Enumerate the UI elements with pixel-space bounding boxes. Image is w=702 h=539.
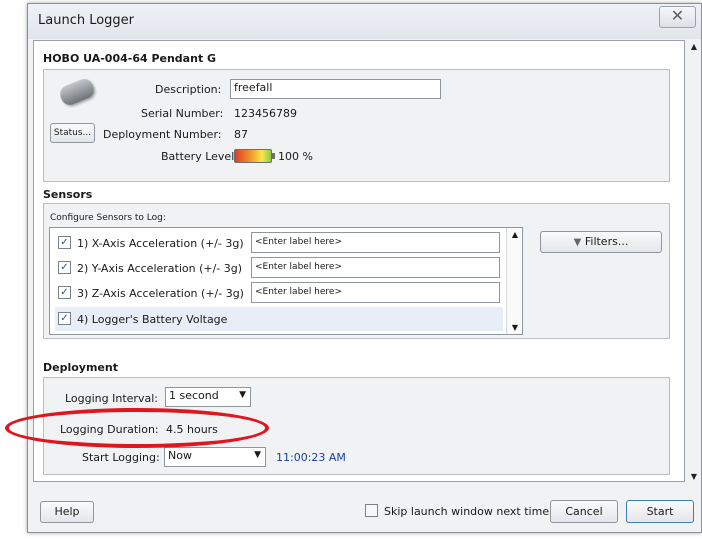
sensor-checkbox-x[interactable]: ✓ [58, 236, 71, 249]
start-button[interactable]: Start [626, 500, 694, 523]
status-button[interactable]: Status... [50, 123, 95, 143]
serial-value: 123456789 [234, 107, 297, 120]
start-logging-value: Now [168, 449, 192, 462]
filters-button[interactable]: ▼ Filters... [540, 231, 662, 253]
sensor-row-y[interactable]: ✓ 2) Y-Axis Acceleration (+/- 3g) <Enter… [55, 256, 503, 280]
logging-interval-label: Logging Interval: [65, 392, 158, 405]
deployment-heading: Deployment [43, 361, 118, 374]
device-panel: Description: freefall Serial Number: 123… [43, 69, 670, 182]
serial-label: Serial Number: [141, 107, 224, 120]
sensor-label-battery: 4) Logger's Battery Voltage [77, 313, 228, 326]
sensor-checkbox-battery[interactable]: ✓ [58, 312, 71, 325]
close-icon: ✕ [670, 6, 685, 25]
battery-level-label: Battery Level: [161, 150, 238, 163]
start-logging-label: Start Logging: [82, 451, 160, 464]
deployment-number-value: 87 [234, 128, 248, 141]
battery-icon [234, 149, 275, 163]
filters-button-label: Filters... [584, 235, 629, 248]
sensor-list: ✓ 1) X-Axis Acceleration (+/- 3g) <Enter… [49, 227, 523, 335]
launch-logger-window: Launch Logger ✕ HOBO UA-004-64 Pendant G… [27, 3, 702, 533]
window-title: Launch Logger [38, 13, 135, 28]
sensor-row-z[interactable]: ✓ 3) Z-Axis Acceleration (+/- 3g) <Enter… [55, 281, 503, 305]
sensor-label-input-y[interactable]: <Enter label here> [251, 257, 500, 278]
sensor-label-input-z[interactable]: <Enter label here> [251, 282, 500, 303]
scroll-up-arrow-icon[interactable]: ▲ [507, 230, 523, 239]
device-name: HOBO UA-004-64 Pendant G [43, 52, 217, 65]
chevron-down-icon: ▼ [239, 390, 246, 400]
scroll-down-arrow-icon[interactable]: ▼ [507, 323, 523, 332]
sensor-row-x[interactable]: ✓ 1) X-Axis Acceleration (+/- 3g) <Enter… [55, 231, 503, 255]
configure-sensors-label: Configure Sensors to Log: [50, 213, 166, 223]
sensor-checkbox-y[interactable]: ✓ [58, 261, 71, 274]
title-bar: Launch Logger ✕ [28, 4, 701, 39]
description-label: Description: [155, 83, 222, 96]
cancel-button[interactable]: Cancel [550, 500, 618, 523]
skip-launch-label: Skip launch window next time [384, 505, 550, 518]
battery-level-value: 100 % [278, 150, 313, 163]
annotation-ellipse [5, 408, 269, 448]
logging-interval-value: 1 second [169, 389, 219, 402]
help-button[interactable]: Help [40, 501, 94, 523]
logging-interval-select[interactable]: 1 second ▼ [165, 387, 251, 407]
sensor-list-scrollbar[interactable]: ▲ ▼ [506, 228, 522, 334]
sensor-label-z: 3) Z-Axis Acceleration (+/- 3g) [77, 287, 244, 300]
deployment-number-label: Deployment Number: [103, 128, 222, 141]
sensor-row-battery[interactable]: ✓ 4) Logger's Battery Voltage [55, 307, 503, 331]
logger-device-icon [57, 76, 97, 108]
sensor-label-x: 1) X-Axis Acceleration (+/- 3g) [77, 237, 244, 250]
start-time: 11:00:23 AM [276, 451, 346, 464]
filter-icon: ▼ [573, 237, 582, 248]
start-logging-select[interactable]: Now ▼ [164, 447, 266, 467]
sensors-panel: Configure Sensors to Log: ✓ 1) X-Axis Ac… [43, 203, 670, 339]
main-scroll-up-icon[interactable]: ▲ [688, 42, 700, 54]
skip-launch-checkbox[interactable] [365, 504, 378, 517]
sensor-label-y: 2) Y-Axis Acceleration (+/- 3g) [77, 262, 243, 275]
sensors-heading: Sensors [43, 188, 93, 201]
sensor-checkbox-z[interactable]: ✓ [58, 286, 71, 299]
close-button[interactable]: ✕ [659, 6, 696, 28]
chevron-down-icon: ▼ [254, 450, 261, 460]
main-scroll-down-icon[interactable]: ▼ [688, 472, 700, 484]
sensor-label-input-x[interactable]: <Enter label here> [251, 232, 500, 253]
description-input[interactable]: freefall [230, 79, 441, 99]
